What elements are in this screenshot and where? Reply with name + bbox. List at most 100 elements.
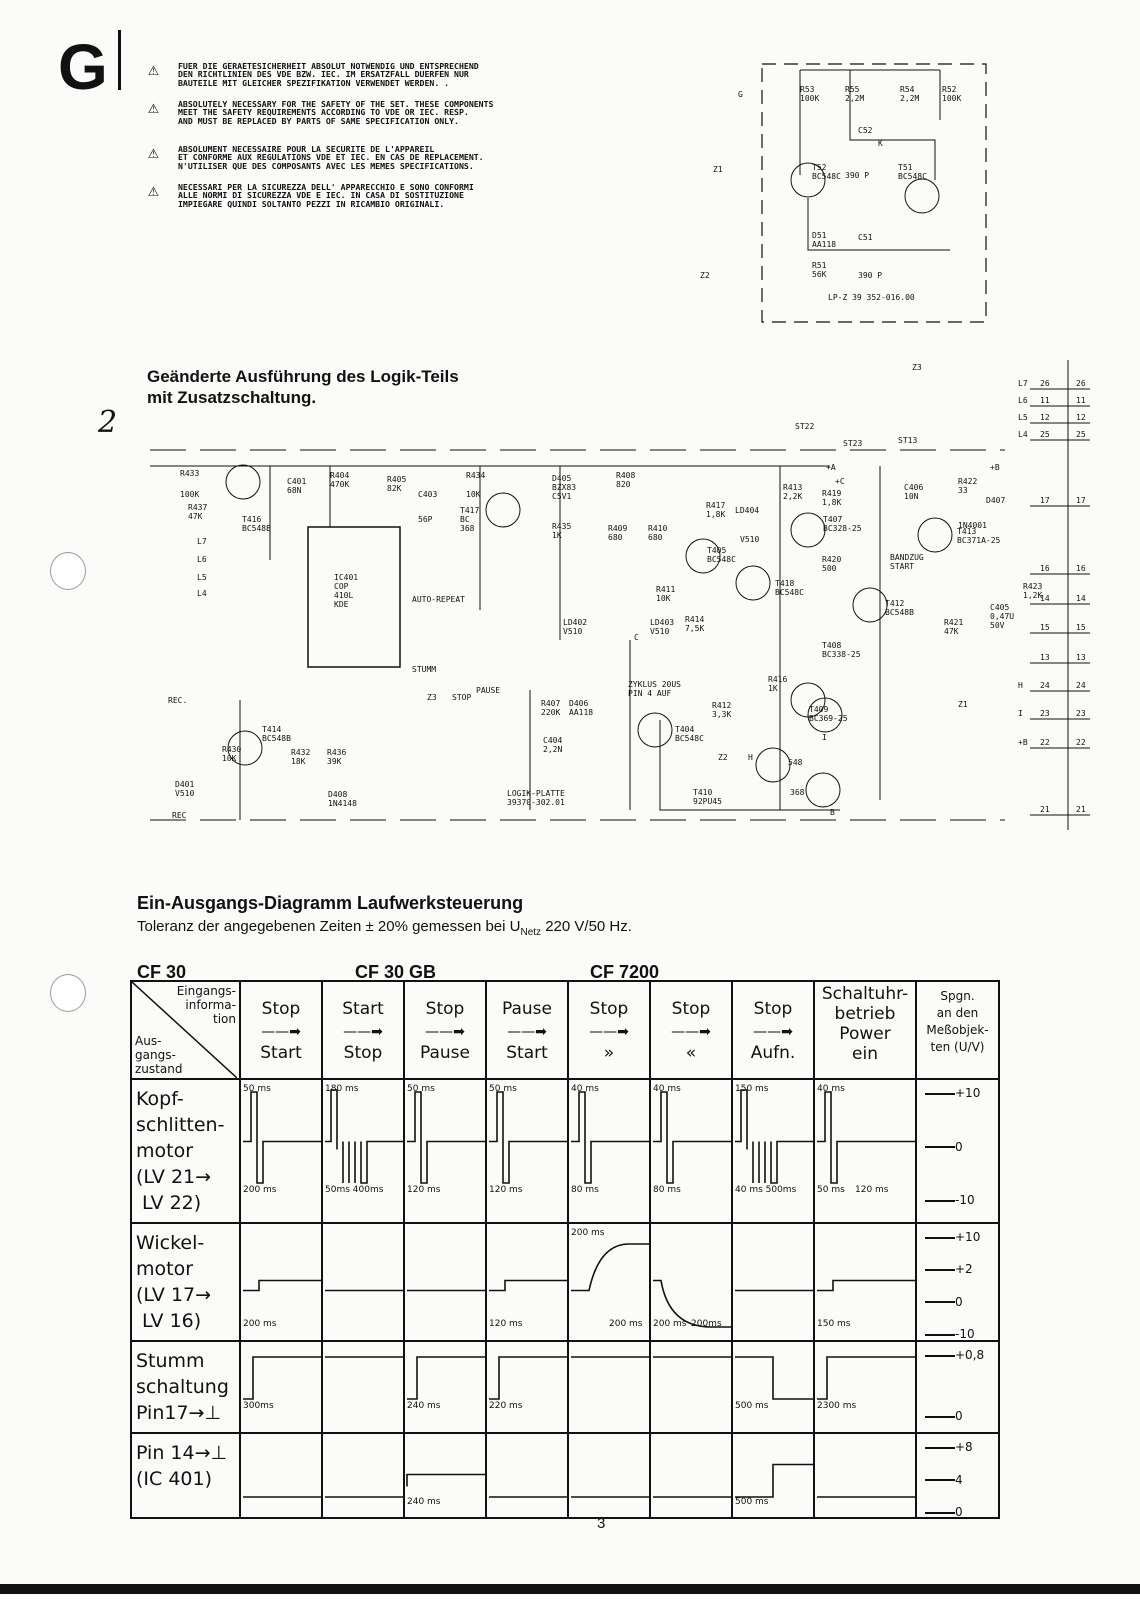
corner-output-label: Aus- gangs- zustand: [135, 1034, 183, 1076]
connector-lv-label: 14: [1040, 594, 1050, 603]
timing-annotation: 500 ms: [735, 1401, 769, 1411]
logic-component-label: R433: [180, 469, 199, 478]
connector-pin-label: L5: [1018, 413, 1028, 422]
lpz-component-label: Z1: [713, 165, 723, 174]
waveform-cell: [649, 1432, 733, 1519]
waveform-trace: [325, 1089, 403, 1184]
timing-annotation: 220 ms: [489, 1401, 523, 1411]
logic-component-label: T410 92PU45: [693, 788, 722, 806]
waveform-cell: [485, 1432, 569, 1519]
waveform-cell: 200 ms 200 ms: [567, 1222, 651, 1342]
lpz-component-label: R54 2,2M: [900, 85, 919, 103]
subtitle-post: 220 V/50 Hz.: [541, 918, 632, 935]
logic-component-label: REC.: [168, 696, 187, 705]
from-state: Stop: [261, 999, 301, 1019]
diagram-subtitle: Toleranz der angegebenen Zeiten ± 20% ge…: [137, 918, 632, 938]
lpz-component-label: LP-Z 39 352-016.00: [828, 293, 915, 302]
waveform-cell: [403, 1222, 487, 1342]
transistor-symbol: [755, 747, 791, 783]
waveform-cell: [321, 1222, 405, 1342]
arrow-icon: ——➡: [507, 1024, 547, 1040]
lpz-component-label: 390 P: [858, 271, 882, 280]
logic-component-label: ST23: [843, 439, 862, 448]
connector-lv-label: 22: [1040, 738, 1050, 747]
from-state: Stop: [425, 999, 465, 1019]
timing-annotation: 120 ms: [855, 1185, 889, 1195]
connector-pin-number: 22: [1076, 738, 1086, 747]
waveform-trace: [817, 1356, 915, 1400]
waveform-cell: [731, 1222, 815, 1342]
waveform-cell: 2300 ms: [813, 1340, 917, 1434]
timing-annotation: 120 ms: [489, 1185, 523, 1195]
waveform-trace: [243, 1279, 321, 1292]
timing-annotation: 240 ms: [407, 1401, 441, 1411]
logic-component-label: ST13: [898, 436, 917, 445]
voltage-level: 4: [955, 1472, 963, 1487]
logic-component-label: L5: [197, 573, 207, 582]
waveform-trace: [243, 1356, 321, 1400]
output-row-label: Wickel- motor (LV 17→ LV 16): [130, 1222, 241, 1342]
page-number: 3: [597, 1515, 606, 1532]
logic-component-label: R416 1K: [768, 675, 787, 693]
logic-component-label: REC: [172, 811, 187, 820]
logic-component-label: D408 1N4148: [328, 790, 357, 808]
transistor-symbol: [485, 492, 521, 528]
logic-component-label: C405 0,47U 50V: [990, 603, 1014, 630]
logic-component-label: R409 680: [608, 524, 627, 542]
connector-pin-number: 12: [1076, 413, 1086, 422]
arrow-icon: ——➡: [343, 1024, 383, 1040]
lpz-wiring: [799, 69, 950, 251]
logic-section-title: Geänderte Ausführung des Logik-Teils mit…: [147, 367, 459, 407]
waveform-cell: 50 ms 120 ms: [403, 1078, 487, 1224]
waveform-trace: [489, 1279, 567, 1292]
transistor-symbol: [790, 512, 826, 548]
waveform-trace: [489, 1091, 567, 1184]
transistor-symbol: [904, 178, 940, 214]
logic-component-label: T408 BC338-25: [822, 641, 861, 659]
timing-annotation: 40 ms 500ms: [735, 1185, 797, 1195]
logic-component-label: T407 BC328-25: [823, 515, 862, 533]
logic-component-label: LD403 V510: [650, 618, 674, 636]
from-state: Stop: [671, 999, 711, 1019]
to-state: Start: [260, 1043, 302, 1063]
logic-component-label: R430 10K: [222, 745, 241, 763]
connector-lv-label: 17: [1040, 496, 1050, 505]
transition-header: Stop ——➡ «: [649, 980, 733, 1080]
waveform-trace: [735, 1089, 813, 1184]
lpz-component-label: C52: [858, 126, 873, 135]
transistor-symbol: [225, 464, 261, 500]
timing-annotation: 240 ms: [407, 1497, 441, 1507]
to-state: Power ein: [839, 1024, 891, 1064]
connector-lv-label: 13: [1040, 653, 1050, 662]
waveform-trace: [735, 1463, 813, 1498]
logic-component-label: LD404: [735, 506, 759, 515]
waveform-cell: 40 ms 80 ms: [649, 1078, 733, 1224]
voltage-level: +8: [955, 1440, 973, 1454]
waveform-cell: [567, 1340, 651, 1434]
from-state: Pause: [502, 999, 552, 1019]
voltage-level: +2: [955, 1262, 973, 1277]
waveform-trace: [571, 1091, 649, 1184]
voltage-scale: +10 0 -10: [915, 1078, 1000, 1224]
to-state: »: [603, 1043, 615, 1063]
from-state: Stop: [589, 999, 629, 1019]
from-state: Start: [342, 999, 384, 1019]
waveform-trace: [407, 1091, 485, 1184]
lpz-component-label: G: [738, 90, 743, 99]
to-state: Stop: [343, 1043, 383, 1063]
lpz-component-label: R55 2,2M: [845, 85, 864, 103]
voltage-level: +10: [955, 1230, 981, 1244]
waveform-cell: 50 ms 200 ms: [239, 1078, 323, 1224]
transistor-symbol: [805, 772, 841, 808]
lpz-component-label: R52 100K: [942, 85, 961, 103]
timing-annotation: 40 ms: [653, 1084, 681, 1094]
waveform-cell: 50 ms 120 ms: [485, 1078, 569, 1224]
corner-input-label: Eingangs- informa- tion: [176, 984, 236, 1026]
voltage-level: 0: [955, 1505, 963, 1519]
logic-component-label: LD402 V510: [563, 618, 587, 636]
logic-component-label: R407 220K: [541, 699, 560, 717]
timing-annotation: 200 ms: [609, 1319, 643, 1329]
waveform-cell: 240 ms: [403, 1432, 487, 1519]
connector-pin-label: L6: [1018, 396, 1028, 405]
logic-component-label: L4: [197, 589, 207, 598]
